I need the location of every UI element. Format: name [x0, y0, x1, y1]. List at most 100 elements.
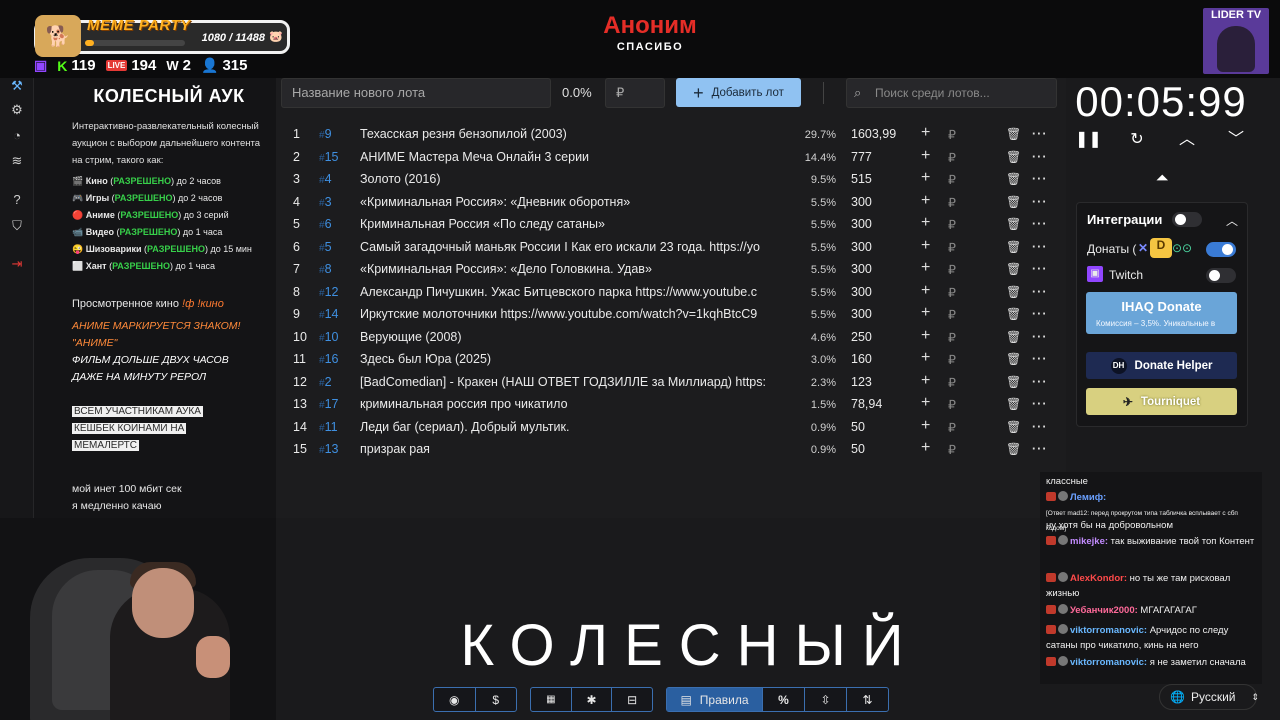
lot-amount[interactable]: 300: [851, 195, 872, 209]
lot-name[interactable]: Иркутские молоточники https://www.youtub…: [360, 307, 786, 321]
ruble-icon[interactable]: ₽: [948, 330, 956, 345]
more-icon[interactable]: ···: [1032, 240, 1048, 254]
more-icon[interactable]: ···: [1032, 420, 1048, 434]
lot-row[interactable]: 12 #2 [BadComedian] - Кракен (НАШ ОТВЕТ ГО…: [286, 372, 1056, 395]
plus-icon[interactable]: +: [921, 169, 930, 187]
lot-row[interactable]: 15 #13 призрак рая 0.9% 50 + ₽ 🗑 ···: [286, 439, 1056, 462]
trash-icon[interactable]: 🗑: [1006, 420, 1021, 434]
lot-amount[interactable]: 160: [851, 352, 872, 366]
lot-amount[interactable]: 1603,99: [851, 127, 896, 141]
split-icon[interactable]: ⇳: [805, 688, 847, 711]
calculator-icon[interactable]: ▦: [531, 688, 572, 711]
plus-icon[interactable]: +: [921, 417, 930, 435]
trash-icon[interactable]: 🗑: [1006, 195, 1021, 209]
lot-amount[interactable]: 300: [851, 262, 872, 276]
plus-icon[interactable]: +: [921, 349, 930, 367]
dollar-icon[interactable]: $: [476, 688, 517, 711]
trash-icon[interactable]: 🗑: [1006, 285, 1021, 299]
plus-icon[interactable]: +: [921, 372, 930, 390]
ruble-icon[interactable]: ₽: [948, 397, 956, 412]
chevron-up-icon[interactable]: ︿: [1175, 128, 1199, 152]
trash-icon[interactable]: 🗑: [1006, 150, 1021, 164]
chat-nick[interactable]: viktorromanovic:: [1070, 657, 1147, 668]
ruble-icon[interactable]: ₽: [948, 195, 956, 210]
plus-icon[interactable]: +: [921, 192, 930, 210]
trash-icon[interactable]: 🗑: [1006, 307, 1021, 321]
more-icon[interactable]: ···: [1032, 285, 1048, 299]
lot-name[interactable]: «Криминальная Россия»: «Дело Головкина. …: [360, 262, 786, 276]
trash-icon[interactable]: 🗑: [1006, 262, 1021, 276]
ruble-icon[interactable]: ₽: [948, 442, 956, 457]
more-icon[interactable]: ···: [1032, 442, 1048, 456]
trash-icon[interactable]: 🗑: [1006, 217, 1021, 231]
sort-icon[interactable]: ⇅: [847, 688, 888, 711]
lot-amount[interactable]: 300: [851, 217, 872, 231]
more-icon[interactable]: ···: [1032, 307, 1048, 321]
lot-row[interactable]: 6 #5 Самый загадочный маньяк России I Как …: [286, 237, 1056, 260]
more-icon[interactable]: ···: [1032, 127, 1048, 141]
lot-row[interactable]: 5 #6 Криминальная Россия «По следу сатаны»…: [286, 214, 1056, 237]
lot-name[interactable]: «Криминальная Россия»: «Дневник оборотня…: [360, 195, 786, 209]
lot-row[interactable]: 10 #10 Верующие (2008) 4.6% 250 + ₽ 🗑 ···: [286, 327, 1056, 350]
ruble-icon[interactable]: ₽: [948, 285, 956, 300]
lot-name[interactable]: Техасская резня бензопилой (2003): [360, 127, 786, 141]
lot-name[interactable]: Верующие (2008): [360, 330, 786, 344]
trash-icon[interactable]: 🗑: [1006, 127, 1021, 141]
plus-icon[interactable]: +: [921, 394, 930, 412]
chat-nick[interactable]: viktorromanovic:: [1070, 625, 1147, 636]
plus-icon[interactable]: +: [921, 439, 930, 457]
lot-row[interactable]: 14 #11 Леди баг (сериал). Добрый мультик. 0…: [286, 417, 1056, 440]
gear-icon[interactable]: ⚙: [9, 102, 25, 118]
lot-row[interactable]: 1 #9 Техасская резня бензопилой (2003) 29.7…: [286, 124, 1056, 147]
more-icon[interactable]: ···: [1032, 195, 1048, 209]
more-icon[interactable]: ···: [1032, 397, 1048, 411]
more-icon[interactable]: ···: [1032, 375, 1048, 389]
trash-icon[interactable]: 🗑: [1006, 375, 1021, 389]
chat-nick[interactable]: AlexKondor:: [1070, 573, 1127, 584]
ruble-icon[interactable]: ₽: [948, 150, 956, 165]
chevron-down-icon[interactable]: ﹀: [1224, 128, 1248, 152]
lot-row[interactable]: 7 #8 «Криминальная Россия»: «Дело Головкин…: [286, 259, 1056, 282]
plus-icon[interactable]: +: [921, 124, 930, 142]
more-icon[interactable]: ···: [1032, 352, 1048, 366]
trash-icon[interactable]: 🗑: [1006, 330, 1021, 344]
lot-name[interactable]: [BadComedian] - Кракен (НАШ ОТВЕТ ГОДЗИЛ…: [360, 375, 786, 389]
pie-chart-icon[interactable]: ◔: [9, 128, 25, 144]
more-icon[interactable]: ···: [1032, 217, 1048, 231]
add-lot-button[interactable]: + Добавить лот: [676, 78, 801, 107]
lot-amount[interactable]: 123: [851, 375, 872, 389]
donate-helper-button[interactable]: DH Donate Helper: [1086, 352, 1237, 379]
lot-amount[interactable]: 300: [851, 285, 872, 299]
ruble-icon[interactable]: ₽: [948, 420, 956, 435]
lot-amount[interactable]: 250: [851, 330, 872, 344]
pause-icon[interactable]: ❚❚: [1075, 128, 1102, 152]
plus-icon[interactable]: +: [921, 327, 930, 345]
ruble-icon[interactable]: ₽: [948, 352, 956, 367]
lot-search-input[interactable]: Поиск среди лотов...: [846, 78, 1057, 108]
lot-row[interactable]: 13 #17 криминальная россия про чикатило 1.5…: [286, 394, 1056, 417]
ruble-icon[interactable]: ₽: [948, 375, 956, 390]
chat-nick[interactable]: Лемиф:: [1070, 492, 1106, 503]
trash-icon[interactable]: 🗑: [1006, 172, 1021, 186]
plus-icon[interactable]: +: [921, 147, 930, 165]
lot-amount[interactable]: 300: [851, 307, 872, 321]
ruble-icon[interactable]: ₽: [948, 127, 956, 142]
trash-list-icon[interactable]: ⊟: [612, 688, 652, 711]
bug-icon[interactable]: ✱: [572, 688, 613, 711]
more-icon[interactable]: ···: [1032, 262, 1048, 276]
collapse-icon[interactable]: ⏶: [1150, 170, 1174, 188]
rules-button[interactable]: ▤ Правила: [667, 688, 763, 711]
chat-nick[interactable]: mikejke:: [1070, 536, 1108, 547]
lot-name[interactable]: Здесь был Юра (2025): [360, 352, 786, 366]
logout-icon[interactable]: ⇥: [9, 256, 25, 272]
lot-row[interactable]: 3 #4 Золото (2016) 9.5% 515 + ₽ 🗑 ···: [286, 169, 1056, 192]
lot-amount[interactable]: 78,94: [851, 397, 882, 411]
plus-icon[interactable]: +: [921, 282, 930, 300]
ruble-icon[interactable]: ₽: [948, 217, 956, 232]
more-icon[interactable]: ···: [1032, 172, 1048, 186]
hammer-icon[interactable]: ⚒: [9, 78, 25, 94]
trash-icon[interactable]: 🗑: [1006, 442, 1021, 456]
lot-amount[interactable]: 300: [851, 240, 872, 254]
integrations-toggle[interactable]: [1172, 212, 1202, 227]
language-select[interactable]: 🌐 Русский ⇕: [1159, 684, 1259, 710]
